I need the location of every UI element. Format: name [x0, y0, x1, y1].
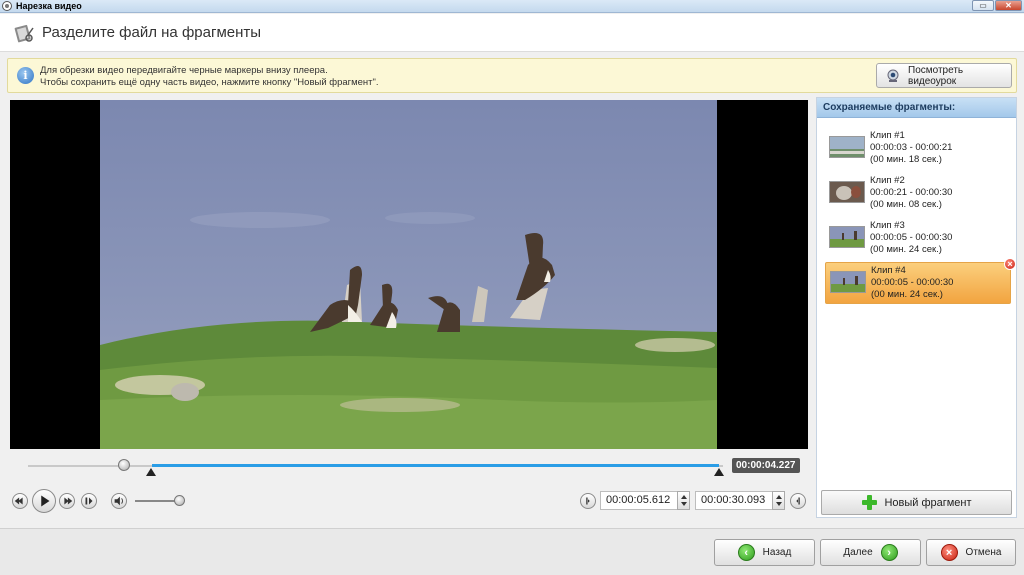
maximize-button[interactable]: ▭: [972, 0, 994, 11]
back-label: Назад: [762, 547, 792, 558]
clip-name: Клип #2: [870, 175, 905, 186]
info-line-2: Чтобы сохранить ещё одну часть видео, на…: [40, 77, 379, 88]
next-step-button[interactable]: Далее ›: [820, 539, 921, 566]
frame-step-button[interactable]: [81, 493, 97, 509]
end-time-field[interactable]: 00:00:30.093: [695, 491, 777, 510]
video-scene-image: [100, 212, 717, 449]
clip-item[interactable]: Клип #2 00:00:21 - 00:00:30 (00 мин. 08 …: [825, 173, 1011, 215]
playhead-handle[interactable]: [118, 459, 130, 471]
clip-range: 00:00:03 - 00:00:21: [870, 142, 953, 153]
page-title: Разделите файл на фрагменты: [42, 24, 262, 41]
video-frame: [100, 100, 717, 449]
volume-slider-handle[interactable]: [174, 495, 185, 506]
clip-name: Клип #1: [870, 130, 905, 141]
info-text: Для обрезки видео передвигайте черные ма…: [40, 65, 379, 89]
mute-button[interactable]: [111, 493, 127, 509]
clip-name: Клип #4: [871, 265, 906, 276]
end-time-stepper[interactable]: [772, 491, 785, 510]
start-marker-handle[interactable]: [146, 468, 156, 476]
clip-text: Клип #3 00:00:05 - 00:00:30 (00 мин. 24 …: [870, 220, 952, 256]
timeline[interactable]: 00:00:04.227: [10, 452, 808, 480]
cancel-x-icon: ×: [940, 544, 958, 561]
new-fragment-button[interactable]: Новый фрагмент: [821, 490, 1012, 515]
back-button[interactable]: ‹ Назад: [714, 539, 815, 566]
skip-forward-icon: [64, 497, 73, 505]
clip-duration: (00 мин. 08 сек.): [870, 199, 942, 210]
next-button[interactable]: [59, 493, 75, 509]
watch-tutorial-button[interactable]: Посмотреть видеоурок: [876, 63, 1012, 88]
set-end-button[interactable]: [790, 493, 806, 509]
clip-duration: (00 мин. 24 сек.): [870, 244, 942, 255]
film-scissors-icon: [13, 22, 35, 44]
new-fragment-label: Новый фрагмент: [884, 496, 972, 509]
clip-thumbnail: [829, 226, 865, 248]
previous-button[interactable]: [12, 493, 28, 509]
clip-name: Клип #3: [870, 220, 905, 231]
delete-clip-icon[interactable]: ×: [1004, 258, 1016, 270]
clip-item[interactable]: Клип #3 00:00:05 - 00:00:30 (00 мин. 24 …: [825, 218, 1011, 260]
page-header: Разделите файл на фрагменты: [0, 14, 1024, 52]
next-label: Далее: [843, 547, 873, 558]
info-bar: i Для обрезки видео передвигайте черные …: [7, 58, 1017, 93]
clip-thumbnail: [830, 271, 866, 293]
back-arrow-icon: ‹: [737, 544, 755, 561]
clip-range: 00:00:05 - 00:00:30: [871, 277, 954, 288]
clip-duration: (00 мин. 18 сек.): [870, 154, 942, 165]
clip-range: 00:00:05 - 00:00:30: [870, 232, 953, 243]
cancel-label: Отмена: [965, 547, 1002, 558]
clip-thumbnail: [829, 181, 865, 203]
clip-text: Клип #1 00:00:03 - 00:00:21 (00 мин. 18 …: [870, 130, 952, 166]
set-start-button[interactable]: [580, 493, 596, 509]
footer-bar: ‹ Назад Далее › × Отмена: [0, 528, 1024, 575]
clip-item-selected[interactable]: Клип #4 00:00:05 - 00:00:30 (00 мин. 24 …: [825, 258, 1016, 304]
watch-tutorial-label: Посмотреть видеоурок: [908, 64, 964, 87]
fragments-panel: Сохраняемые фрагменты: Клип #1 00:00:03 …: [816, 97, 1017, 518]
cancel-button[interactable]: × Отмена: [926, 539, 1016, 566]
forward-arrow-icon: ›: [880, 544, 898, 561]
app-icon: [2, 1, 12, 11]
fragments-header: Сохраняемые фрагменты:: [817, 98, 1016, 118]
current-time-readout: 00:00:04.227: [732, 458, 800, 473]
player-controls: 00:00:05.612 00:00:30.093: [10, 486, 808, 516]
close-window-button[interactable]: ✕: [995, 0, 1022, 11]
play-icon: [41, 495, 50, 507]
clip-item[interactable]: Клип #1 00:00:03 - 00:00:21 (00 мин. 18 …: [825, 128, 1011, 170]
window-titlebar: Нарезка видео: [0, 0, 1024, 13]
clip-text: Клип #4 00:00:05 - 00:00:30 (00 мин. 24 …: [871, 265, 953, 301]
start-time-stepper[interactable]: [677, 491, 690, 510]
frame-step-icon: [85, 497, 93, 505]
skip-back-icon: [14, 497, 23, 505]
info-icon: i: [17, 67, 34, 84]
set-end-icon: [796, 497, 800, 505]
webcam-icon: [886, 69, 902, 83]
start-time-field[interactable]: 00:00:05.612: [600, 491, 682, 510]
clip-range: 00:00:21 - 00:00:30: [870, 187, 953, 198]
info-line-1: Для обрезки видео передвигайте черные ма…: [40, 65, 328, 76]
timeline-selection: [152, 464, 719, 467]
clip-thumbnail: [829, 136, 865, 158]
clip-text: Клип #2 00:00:21 - 00:00:30 (00 мин. 08 …: [870, 175, 952, 211]
video-player[interactable]: [10, 100, 808, 449]
set-start-icon: [586, 497, 590, 505]
end-marker-handle[interactable]: [714, 468, 724, 476]
plus-icon: [861, 494, 878, 511]
clip-duration: (00 мин. 24 сек.): [871, 289, 943, 300]
speaker-icon: [114, 496, 123, 506]
play-button[interactable]: [32, 489, 56, 513]
window-title: Нарезка видео: [16, 1, 82, 11]
